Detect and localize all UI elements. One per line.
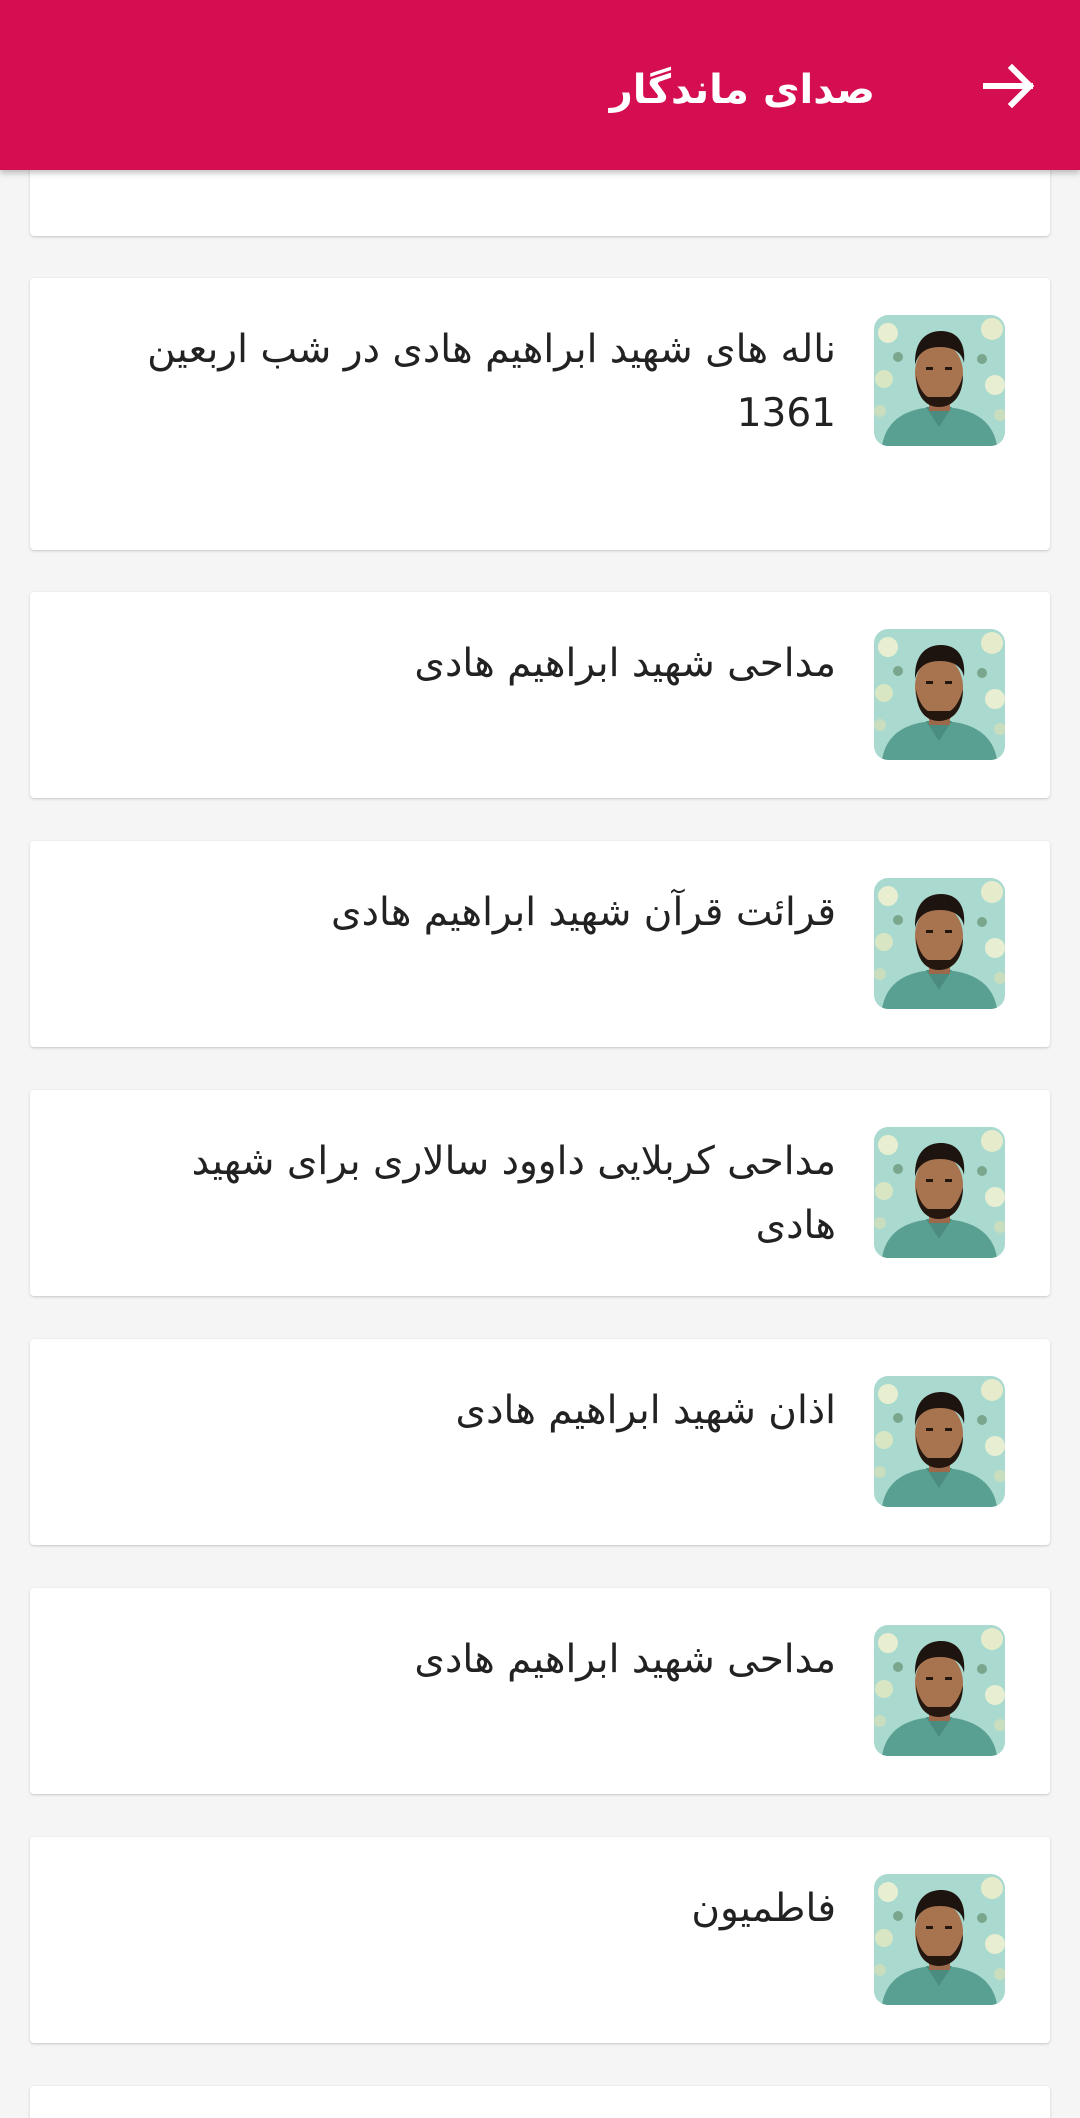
list-item[interactable]: فاطمیون [30, 1837, 1050, 2043]
portrait-thumbnail [874, 315, 1005, 446]
portrait-thumbnail [874, 629, 1005, 760]
list-item[interactable]: مداحی شهید ابراهیم هادی [30, 592, 1050, 798]
item-title: مداحی شهید ابراهیم هادی [414, 641, 836, 686]
portrait-thumbnail [874, 1625, 1005, 1756]
portrait-thumbnail [874, 1874, 1005, 2005]
app-screen: ناله های شهید ابراهیم هادی در شب اربعین … [0, 0, 1080, 2118]
item-title: قرائت قرآن شهید ابراهیم هادی [331, 890, 836, 935]
item-title: مداحی کربلایی داوود سالاری برای شهید هاد… [191, 1139, 836, 1248]
list-item-partial-bottom[interactable] [30, 2086, 1050, 2118]
portrait-thumbnail [874, 1127, 1005, 1258]
list-item[interactable]: ناله های شهید ابراهیم هادی در شب اربعین … [30, 278, 1050, 550]
portrait-thumbnail [874, 1376, 1005, 1507]
page-title: صدای ماندگار [609, 67, 875, 113]
app-bar: صدای ماندگار [0, 0, 1080, 170]
item-title: فاطمیون [691, 1886, 836, 1931]
item-title: اذان شهید ابراهیم هادی [455, 1388, 836, 1433]
list-item[interactable]: قرائت قرآن شهید ابراهیم هادی [30, 841, 1050, 1047]
item-title: ناله های شهید ابراهیم هادی در شب اربعین … [147, 327, 836, 436]
arrow-forward-icon [983, 63, 1035, 109]
list-item[interactable]: مداحی شهید ابراهیم هادی [30, 1588, 1050, 1794]
list-item[interactable]: مداحی کربلایی داوود سالاری برای شهید هاد… [30, 1090, 1050, 1296]
list-item[interactable]: اذان شهید ابراهیم هادی [30, 1339, 1050, 1545]
portrait-thumbnail [874, 878, 1005, 1009]
audio-list[interactable]: ناله های شهید ابراهیم هادی در شب اربعین … [0, 0, 1080, 2118]
back-button[interactable] [974, 50, 1046, 122]
item-title: مداحی شهید ابراهیم هادی [414, 1637, 836, 1682]
